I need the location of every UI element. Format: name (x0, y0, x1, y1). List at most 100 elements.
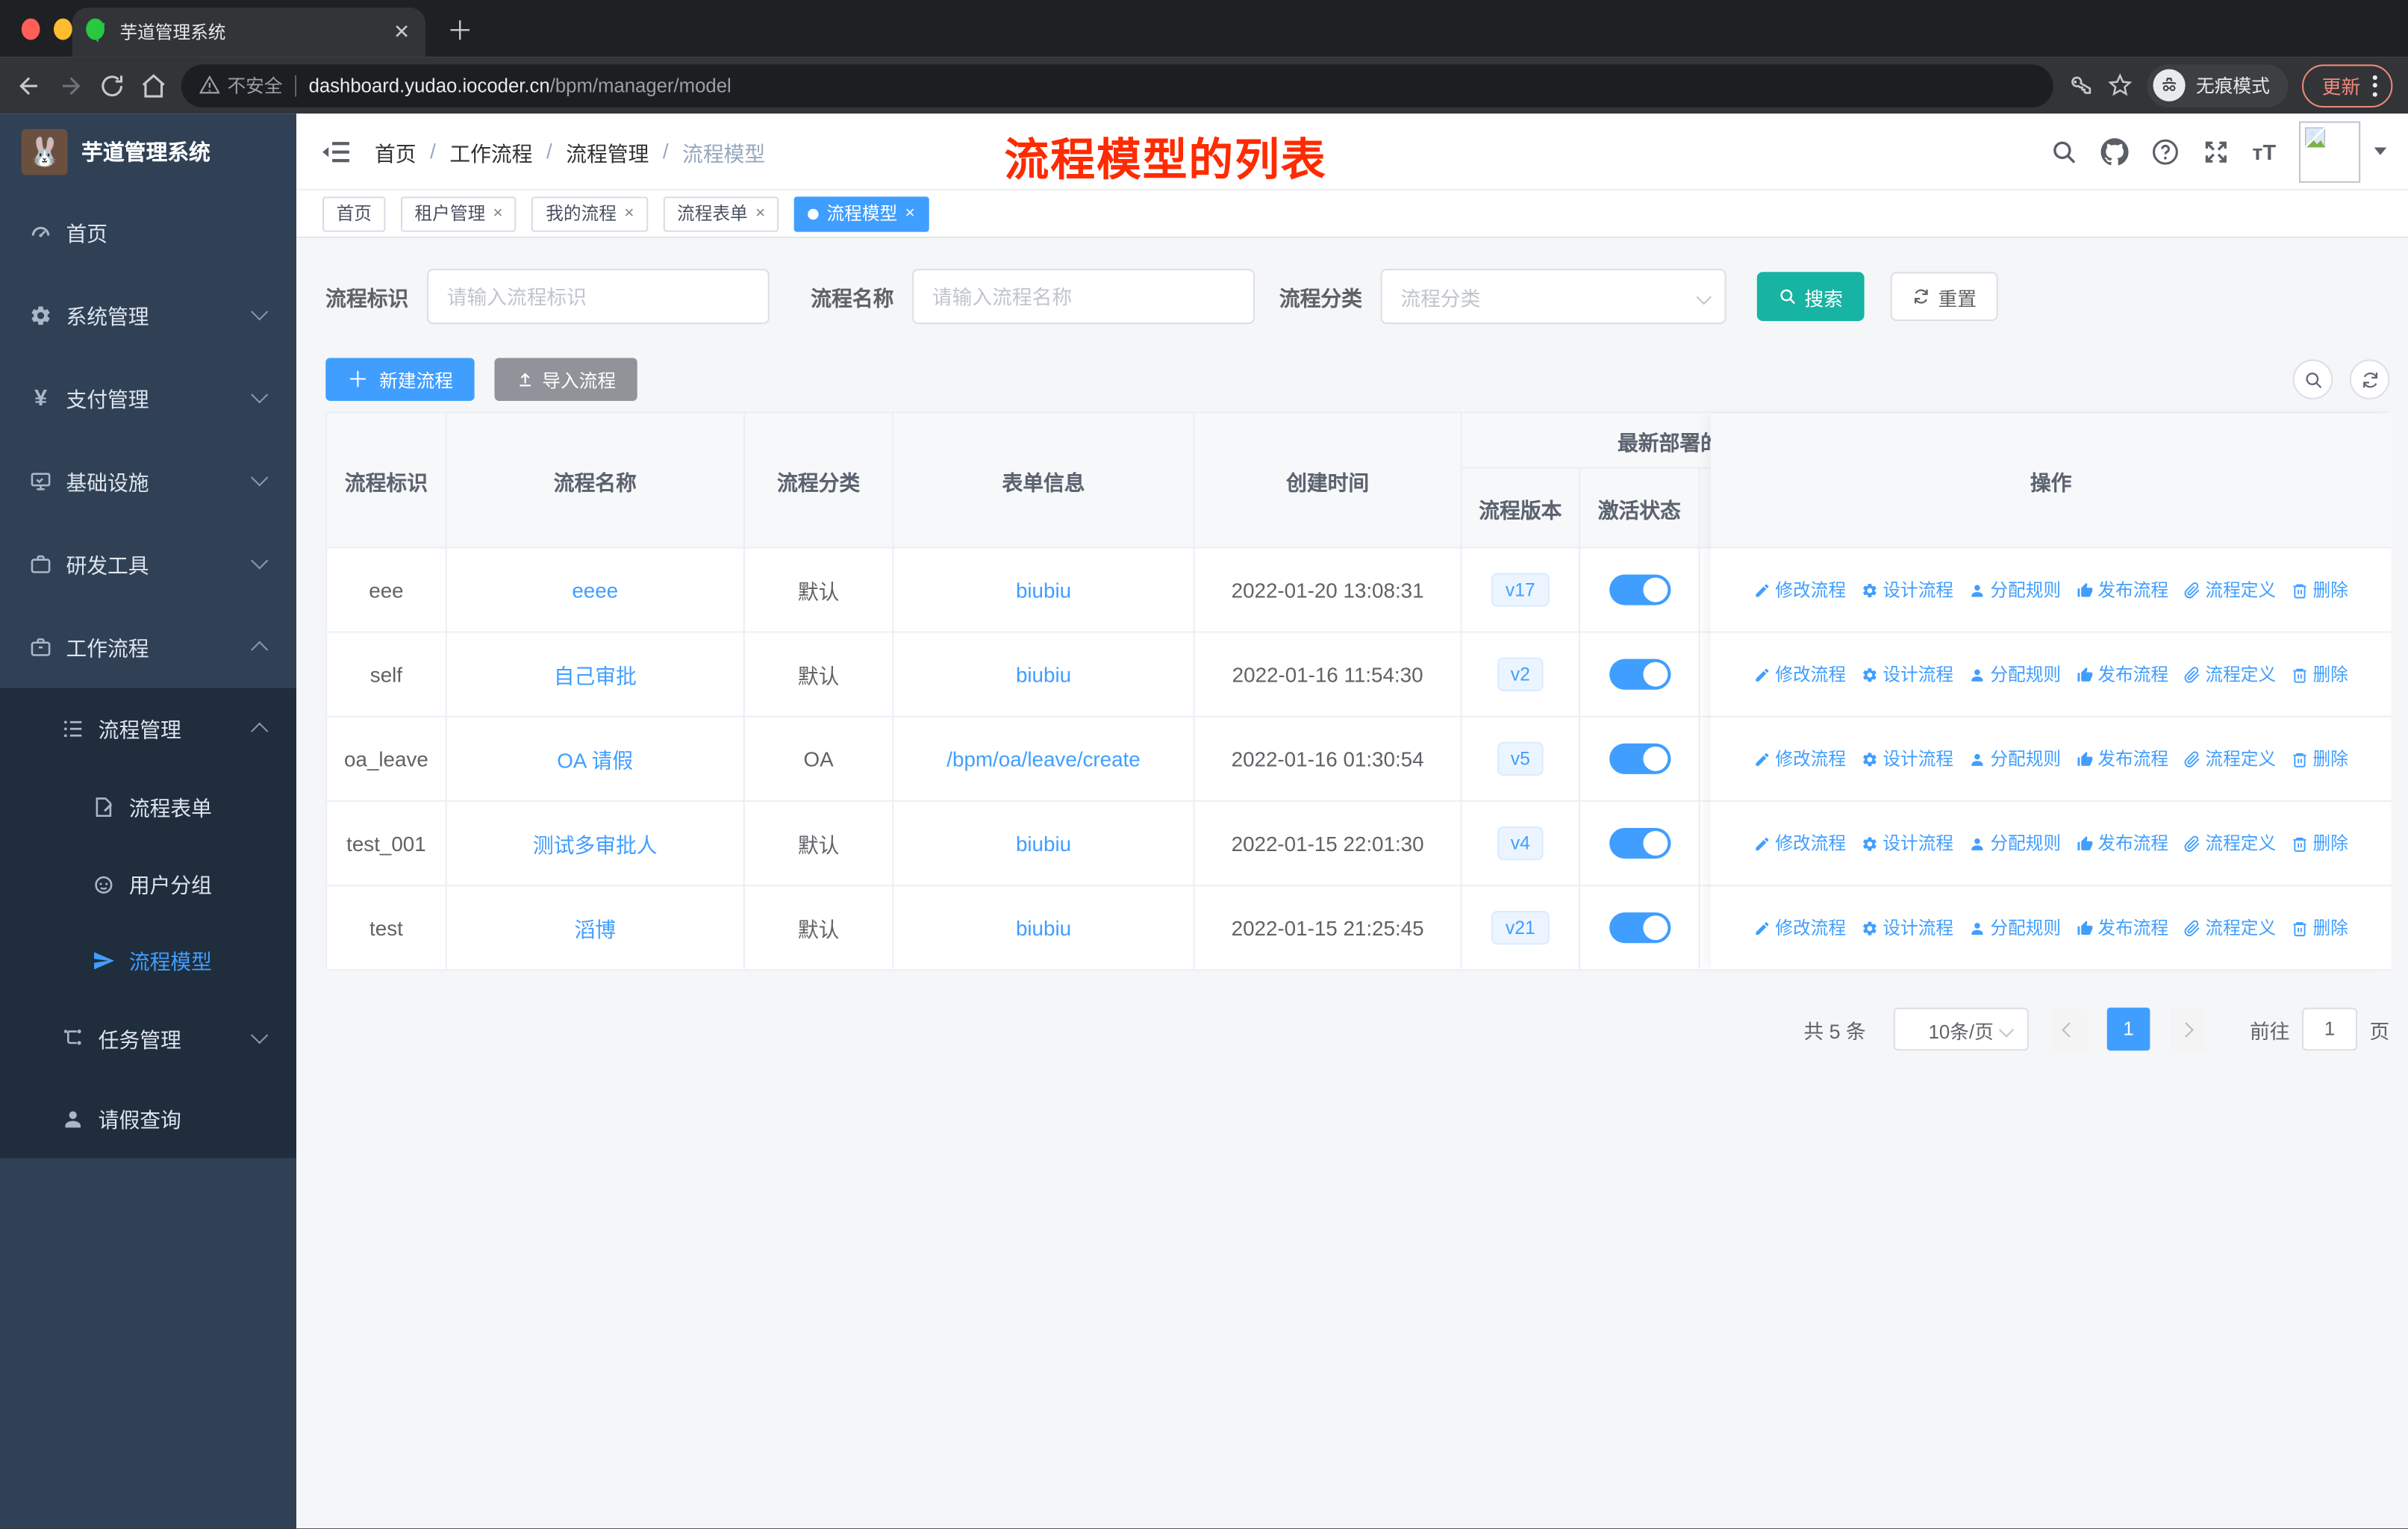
sidebar-item-home[interactable]: 首页 (0, 190, 296, 273)
security-warning[interactable]: 不安全 (199, 72, 283, 99)
browser-menu-icon[interactable] (2372, 74, 2377, 96)
form-info-link[interactable]: biubiu (1016, 916, 1071, 939)
model-name-link[interactable]: 测试多审批人 (533, 828, 658, 859)
fullscreen-icon[interactable] (2201, 137, 2229, 165)
active-toggle[interactable] (1609, 658, 1671, 690)
modify-process-link[interactable]: 修改流程 (1754, 578, 1846, 602)
search-button[interactable]: 搜索 (1756, 272, 1865, 321)
design-process-link[interactable]: 设计流程 (1862, 662, 1953, 687)
maximize-window-button[interactable] (86, 18, 105, 40)
assign-rule-link[interactable]: 分配规则 (1969, 915, 2061, 940)
tag-close-icon[interactable]: × (755, 205, 765, 223)
next-page-button[interactable] (2170, 1007, 2207, 1051)
active-toggle[interactable] (1609, 827, 1671, 859)
sidebar-item-task-management[interactable]: 任务管理 (0, 998, 296, 1078)
close-window-button[interactable] (21, 18, 40, 40)
process-definition-link[interactable]: 流程定义 (2184, 662, 2276, 687)
modify-process-link[interactable]: 修改流程 (1754, 662, 1846, 687)
model-name-link[interactable]: eeee (572, 579, 618, 602)
publish-process-link[interactable]: 发布流程 (2077, 915, 2168, 940)
assign-rule-link[interactable]: 分配规则 (1969, 831, 2061, 856)
bookmark-star-icon[interactable] (2107, 72, 2133, 99)
form-info-link[interactable]: biubiu (1016, 832, 1071, 855)
design-process-link[interactable]: 设计流程 (1862, 831, 1953, 856)
create-process-button[interactable]: ＋ 新建流程 (325, 358, 475, 401)
sidebar-item-system[interactable]: 系统管理 (0, 273, 296, 356)
modify-process-link[interactable]: 修改流程 (1754, 831, 1846, 856)
delete-link[interactable]: 删除 (2292, 831, 2348, 856)
show-search-button[interactable] (2292, 359, 2333, 399)
process-definition-link[interactable]: 流程定义 (2184, 915, 2276, 940)
delete-link[interactable]: 删除 (2292, 915, 2348, 940)
category-select[interactable]: 流程分类 (1380, 269, 1727, 325)
search-icon[interactable] (2050, 137, 2077, 165)
breadcrumb-workflow[interactable]: 工作流程 (449, 136, 532, 166)
breadcrumb-home[interactable]: 首页 (375, 136, 417, 166)
reset-button[interactable]: 重置 (1890, 272, 1998, 321)
tag-tenant[interactable]: 租户管理 × (400, 196, 517, 231)
process-id-field[interactable] (426, 269, 770, 325)
design-process-link[interactable]: 设计流程 (1862, 915, 1953, 940)
prev-page-button[interactable] (2050, 1007, 2087, 1051)
sidebar-item-infrastructure[interactable]: 基础设施 (0, 439, 296, 522)
form-info-link[interactable]: biubiu (1016, 663, 1071, 686)
active-toggle[interactable] (1609, 574, 1671, 605)
sidebar-collapse-icon[interactable] (322, 139, 352, 164)
modify-process-link[interactable]: 修改流程 (1754, 915, 1846, 940)
minimize-window-button[interactable] (54, 18, 72, 40)
form-info-link[interactable]: biubiu (1016, 579, 1071, 602)
github-icon[interactable] (2100, 137, 2128, 165)
version-badge[interactable]: v5 (1497, 741, 1544, 776)
model-name-link[interactable]: 自己审批 (554, 659, 637, 690)
version-badge[interactable]: v17 (1491, 573, 1550, 607)
sidebar-item-payment[interactable]: ¥ 支付管理 (0, 356, 296, 439)
version-badge[interactable]: v2 (1497, 657, 1544, 691)
reload-icon[interactable] (99, 72, 126, 99)
sidebar-logo[interactable]: 🐰 芋道管理系统 (0, 113, 296, 190)
delete-link[interactable]: 删除 (2292, 747, 2348, 771)
active-toggle[interactable] (1609, 912, 1671, 944)
publish-process-link[interactable]: 发布流程 (2077, 578, 2168, 602)
assign-rule-link[interactable]: 分配规则 (1969, 662, 2061, 687)
refresh-table-button[interactable] (2349, 359, 2390, 399)
sidebar-item-user-group[interactable]: 用户分组 (0, 845, 296, 922)
browser-tab[interactable]: 芋道管理系统 ✕ (72, 7, 425, 57)
process-definition-link[interactable]: 流程定义 (2184, 831, 2276, 856)
model-name-link[interactable]: 滔博 (574, 912, 616, 943)
home-icon[interactable] (140, 72, 167, 99)
goto-page-input[interactable] (2302, 1007, 2358, 1051)
font-size-icon[interactable]: тT (2252, 139, 2276, 164)
process-definition-link[interactable]: 流程定义 (2184, 747, 2276, 771)
publish-process-link[interactable]: 发布流程 (2077, 831, 2168, 856)
publish-process-link[interactable]: 发布流程 (2077, 662, 2168, 687)
tag-process-model[interactable]: 流程模型 × (794, 196, 929, 231)
delete-link[interactable]: 删除 (2292, 662, 2348, 687)
sidebar-item-process-form[interactable]: 流程表单 (0, 768, 296, 845)
model-name-link[interactable]: OA 请假 (557, 744, 633, 774)
address-bar[interactable]: 不安全 dashboard.yudao.iocoder.cn/bpm/manag… (181, 63, 2053, 107)
help-icon[interactable] (2151, 137, 2179, 165)
import-process-button[interactable]: 导入流程 (494, 358, 637, 401)
process-name-input[interactable] (932, 284, 1235, 308)
sidebar-item-leave-query[interactable]: 请假查询 (0, 1078, 296, 1158)
version-badge[interactable]: v4 (1497, 826, 1544, 861)
design-process-link[interactable]: 设计流程 (1862, 578, 1953, 602)
delete-link[interactable]: 删除 (2292, 578, 2348, 602)
password-key-icon[interactable] (2067, 72, 2093, 99)
new-tab-button[interactable]: ＋ (447, 9, 473, 47)
sidebar-item-process-management[interactable]: 流程管理 (0, 688, 296, 768)
tag-close-icon[interactable]: × (493, 205, 502, 223)
page-number-1[interactable]: 1 (2106, 1007, 2150, 1051)
update-button[interactable]: 更新 (2302, 63, 2393, 107)
process-definition-link[interactable]: 流程定义 (2184, 578, 2276, 602)
avatar-caret-icon[interactable] (2374, 147, 2387, 155)
process-name-field[interactable] (912, 269, 1255, 325)
tag-home[interactable]: 首页 (322, 196, 386, 231)
modify-process-link[interactable]: 修改流程 (1754, 747, 1846, 771)
tag-close-icon[interactable]: × (624, 205, 634, 223)
tab-close-icon[interactable]: ✕ (393, 20, 410, 45)
assign-rule-link[interactable]: 分配规则 (1969, 747, 2061, 771)
version-badge[interactable]: v21 (1491, 911, 1550, 945)
active-toggle[interactable] (1609, 743, 1671, 774)
back-icon[interactable] (16, 72, 43, 99)
